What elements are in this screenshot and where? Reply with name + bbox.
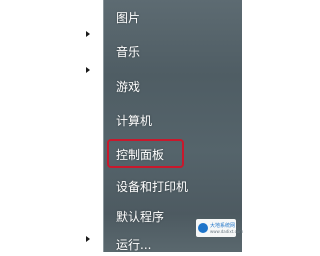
submenu-arrow-icon[interactable] (86, 67, 90, 73)
submenu-arrow-icon[interactable] (86, 236, 90, 242)
watermark-subtext: www.dadixt.com (210, 228, 244, 234)
watermark: 大地系统网 www.dadixt.com (196, 219, 243, 237)
menu-item-computer[interactable]: 计算机 (116, 110, 152, 132)
menu-item-default-programs[interactable]: 默认程序 (116, 206, 164, 228)
programs-pane (0, 0, 103, 252)
menu-item-music[interactable]: 音乐 (116, 41, 140, 63)
menu-item-devices-printers[interactable]: 设备和打印机 (116, 176, 188, 198)
menu-item-pictures[interactable]: 图片 (116, 7, 140, 29)
menu-item-run[interactable]: 运行... (116, 234, 151, 256)
menu-item-games[interactable]: 游戏 (116, 76, 140, 98)
submenu-arrow-icon[interactable] (86, 31, 90, 37)
highlight-box (107, 139, 184, 168)
watermark-logo-icon (198, 223, 208, 233)
